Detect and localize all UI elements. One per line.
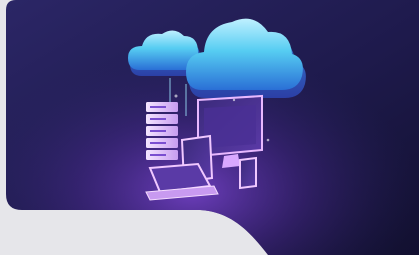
hero-card [0, 0, 419, 255]
page [0, 0, 419, 255]
phone-icon [239, 156, 257, 190]
server-icon [146, 102, 178, 160]
cloud-computing-illustration [6, 0, 419, 255]
